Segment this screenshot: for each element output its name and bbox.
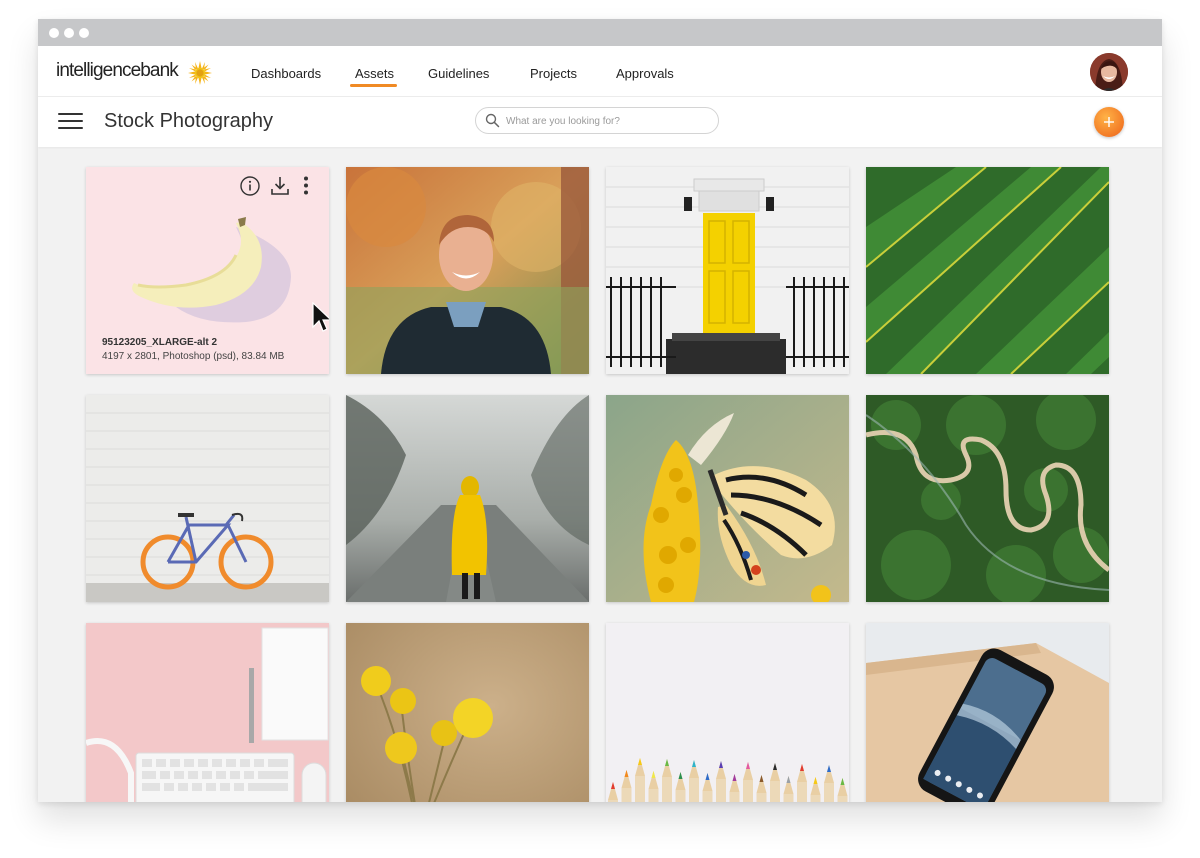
asset-tile-bicycle[interactable] xyxy=(86,395,329,602)
asset-tile-colored-pencils[interactable] xyxy=(606,623,849,802)
top-navigation: intelligencebank Dashboards Assets Guide… xyxy=(38,46,1162,97)
asset-tile-yellow-flowers[interactable] xyxy=(346,623,589,802)
window-titlebar xyxy=(38,19,1162,46)
page-header: Stock Photography xyxy=(38,97,1162,147)
hamburger-menu-icon[interactable] xyxy=(58,111,83,131)
logo-text[interactable]: intelligencebank xyxy=(56,60,179,82)
window-dot-2[interactable] xyxy=(64,28,74,38)
plus-icon xyxy=(1104,117,1114,127)
user-avatar[interactable] xyxy=(1090,53,1128,91)
search-input[interactable] xyxy=(506,112,706,130)
asset-tile-banana[interactable]: 95123205_XLARGE-alt 2 4197 x 2801, Photo… xyxy=(86,167,329,374)
winding-road-image xyxy=(866,395,1109,602)
add-button[interactable] xyxy=(1094,107,1124,137)
info-icon[interactable] xyxy=(239,175,261,197)
active-tab-indicator xyxy=(350,84,397,87)
asset-tile-smartphone[interactable] xyxy=(866,623,1109,802)
asset-meta: 4197 x 2801, Photoshop (psd), 83.84 MB xyxy=(102,351,285,362)
raincoat-image xyxy=(346,395,589,602)
smartphone-image xyxy=(866,623,1109,802)
asset-tile-portrait[interactable] xyxy=(346,167,589,374)
asset-name: 95123205_XLARGE-alt 2 xyxy=(102,337,218,348)
butterfly-image xyxy=(606,395,849,602)
palm-leaf-image xyxy=(866,167,1109,374)
window-dot-1[interactable] xyxy=(49,28,59,38)
nav-guidelines[interactable]: Guidelines xyxy=(428,66,489,81)
asset-tile-palm-leaf[interactable] xyxy=(866,167,1109,374)
asset-tile-butterfly[interactable] xyxy=(606,395,849,602)
nav-assets[interactable]: Assets xyxy=(355,66,394,81)
download-icon[interactable] xyxy=(269,175,291,197)
nav-projects[interactable]: Projects xyxy=(530,66,577,81)
portrait-image xyxy=(346,167,589,374)
search-icon xyxy=(485,113,500,128)
browser-window: intelligencebank Dashboards Assets Guide… xyxy=(38,19,1162,802)
more-vertical-icon[interactable] xyxy=(295,175,317,197)
sunflower-logo-icon xyxy=(188,61,212,85)
yellow-door-image xyxy=(606,167,849,374)
asset-tile-winding-road[interactable] xyxy=(866,395,1109,602)
colored-pencils-image xyxy=(606,623,849,802)
window-dot-3[interactable] xyxy=(79,28,89,38)
nav-dashboards[interactable]: Dashboards xyxy=(251,66,321,81)
yellow-flowers-image xyxy=(346,623,589,802)
asset-tile-raincoat[interactable] xyxy=(346,395,589,602)
nav-approvals[interactable]: Approvals xyxy=(616,66,674,81)
asset-tile-pink-desk[interactable] xyxy=(86,623,329,802)
page-title: Stock Photography xyxy=(104,110,273,132)
tile-actions xyxy=(239,175,323,197)
bicycle-image xyxy=(86,395,329,602)
asset-tile-yellow-door[interactable] xyxy=(606,167,849,374)
pink-desk-image xyxy=(86,623,329,802)
search-box[interactable] xyxy=(475,107,719,134)
mouse-cursor-icon xyxy=(312,302,329,332)
